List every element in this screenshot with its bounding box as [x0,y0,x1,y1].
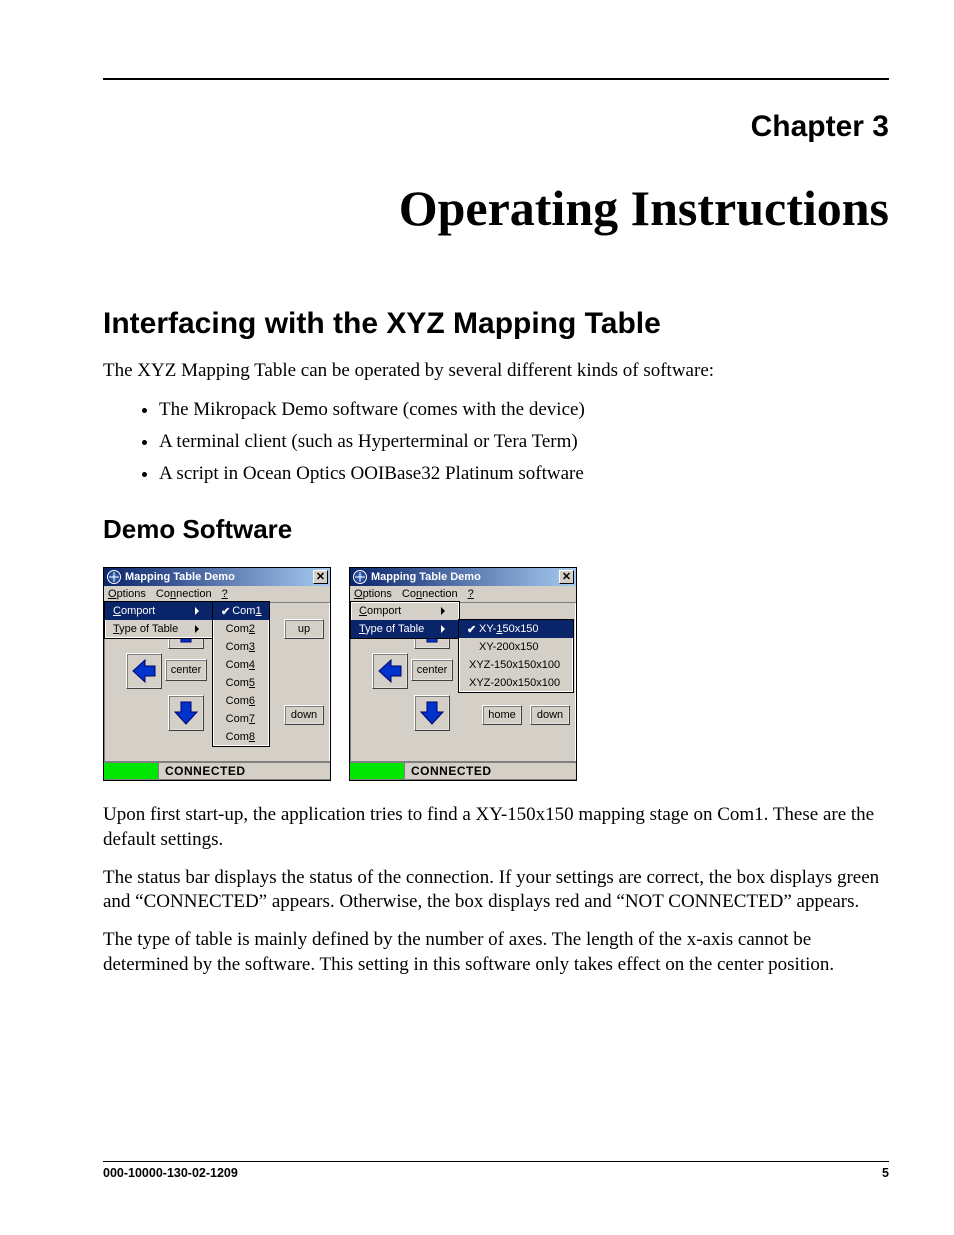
status-led [104,762,159,780]
menu-item-com1[interactable]: ✔Com1 [213,602,269,620]
menu-item-xy150[interactable]: ✔XY-150x150 [459,620,573,638]
arrow-left-icon [131,658,157,684]
options-submenu: Comport Type of Table [350,601,460,639]
menu-help[interactable]: ? [222,588,228,600]
software-list: The Mikropack Demo software (comes with … [103,397,889,486]
paragraph-status: The status bar displays the status of th… [103,866,889,915]
menu-item-type-of-table[interactable]: Type of Table [105,620,213,638]
paragraph-startup: Upon first start-up, the application tri… [103,803,889,852]
down-button[interactable]: down [530,705,570,725]
paragraph-type: The type of table is mainly defined by t… [103,928,889,977]
titlebar[interactable]: Mapping Table Demo ✕ [104,568,330,586]
comport-submenu: ✔Com1 Com2 Com3 Com4 Com5 Com6 Com7 Com8 [212,601,270,747]
left-arrow-button[interactable] [126,653,162,689]
chevron-right-icon [195,625,199,633]
menu-item-xyz200[interactable]: XYZ-200x150x100 [459,674,573,692]
left-arrow-button[interactable] [372,653,408,689]
menu-item-com4[interactable]: Com4 [213,656,269,674]
menu-item-xyz150[interactable]: XYZ-150x150x100 [459,656,573,674]
section-heading-interfacing: Interfacing with the XYZ Mapping Table [103,307,889,341]
menu-item-xy200[interactable]: XY-200x150 [459,638,573,656]
status-text: CONNECTED [405,762,576,780]
menu-connection[interactable]: Connection [402,588,458,600]
status-bar: CONNECTED [104,761,330,780]
menu-options[interactable]: Options [108,588,146,600]
app-icon [107,570,121,584]
chevron-right-icon [195,607,199,615]
intro-paragraph: The XYZ Mapping Table can be operated by… [103,359,889,383]
chevron-right-icon [441,625,445,633]
menu-item-comport[interactable]: Comport [105,602,213,620]
window-title: Mapping Table Demo [125,571,313,583]
center-button[interactable]: center [411,659,453,681]
options-submenu: Comport Type of Table [104,601,214,639]
menu-item-com3[interactable]: Com3 [213,638,269,656]
arrow-down-icon [173,700,199,726]
status-bar: CONNECTED [350,761,576,780]
chevron-right-icon [441,607,445,615]
down-arrow-button[interactable] [414,695,450,731]
titlebar[interactable]: Mapping Table Demo ✕ [350,568,576,586]
table-type-submenu: ✔XY-150x150 XY-200x150 XYZ-150x150x100 X… [458,619,574,693]
menu-item-com2[interactable]: Com2 [213,620,269,638]
status-led [350,762,405,780]
list-item: The Mikropack Demo software (comes with … [159,397,889,423]
center-button[interactable]: center [165,659,207,681]
menu-item-com7[interactable]: Com7 [213,710,269,728]
demo-window-comport: Mapping Table Demo ✕ Options Connection … [103,567,331,781]
chapter-title: Operating Instructions [103,179,889,237]
menu-help[interactable]: ? [468,588,474,600]
close-icon[interactable]: ✕ [313,570,328,584]
home-button[interactable]: home [482,705,522,725]
demo-window-table-type: Mapping Table Demo ✕ Options Connection … [349,567,577,781]
footer-page: 5 [882,1166,889,1180]
footer-docnum: 000-10000-130-02-1209 [103,1166,238,1180]
up-button[interactable]: up [284,619,324,639]
status-text: CONNECTED [159,762,330,780]
list-item: A terminal client (such as Hyperterminal… [159,429,889,455]
app-icon [353,570,367,584]
header-rule [103,78,889,80]
down-arrow-button[interactable] [168,695,204,731]
menu-item-com6[interactable]: Com6 [213,692,269,710]
menu-item-com8[interactable]: Com8 [213,728,269,746]
arrow-down-icon [419,700,445,726]
menu-item-com5[interactable]: Com5 [213,674,269,692]
arrow-left-icon [377,658,403,684]
chapter-label: Chapter 3 [103,110,889,144]
close-icon[interactable]: ✕ [559,570,574,584]
menu-options[interactable]: Options [354,588,392,600]
list-item: A script in Ocean Optics OOIBase32 Plati… [159,461,889,487]
menu-connection[interactable]: Connection [156,588,212,600]
menu-item-type-of-table[interactable]: Type of Table [351,620,459,638]
down-button[interactable]: down [284,705,324,725]
menu-item-comport[interactable]: Comport [351,602,459,620]
page-footer: 000-10000-130-02-1209 5 [103,1161,889,1180]
section-heading-demo: Demo Software [103,514,889,545]
window-title: Mapping Table Demo [371,571,559,583]
